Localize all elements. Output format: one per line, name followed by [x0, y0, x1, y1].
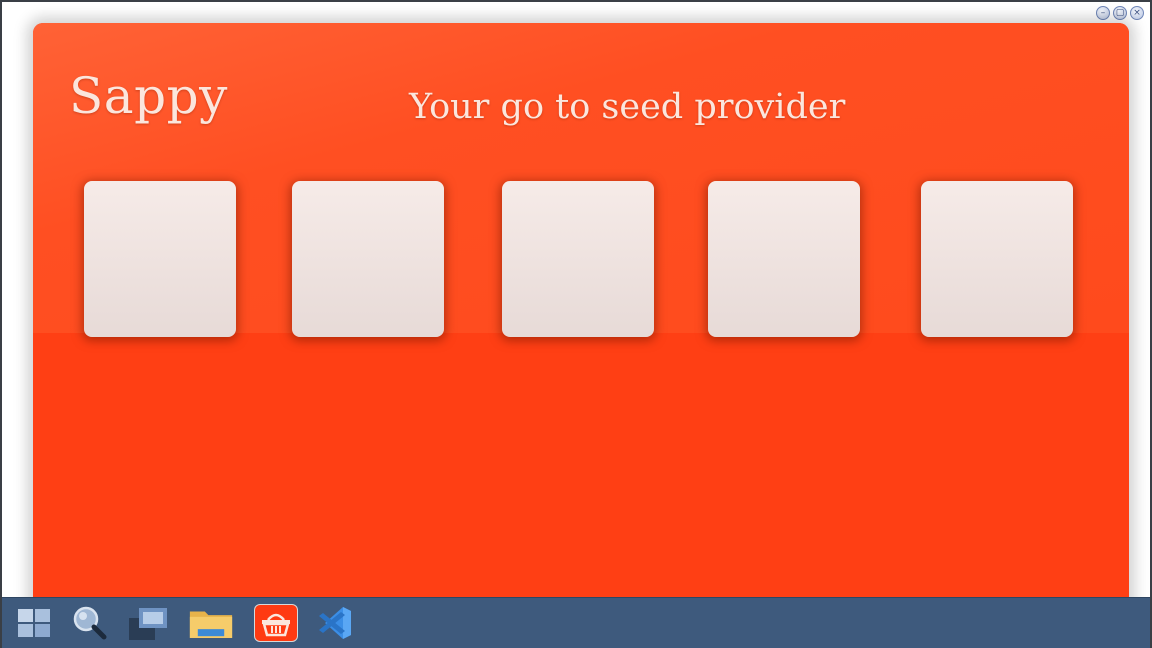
vscode-icon	[319, 607, 351, 639]
minimize-icon[interactable]: –	[1096, 6, 1110, 20]
seed-card-4[interactable]	[708, 181, 860, 337]
seed-card-3[interactable]	[502, 181, 654, 337]
sappy-app-window: Sappy Your go to seed provider	[33, 23, 1129, 623]
seed-card-2[interactable]	[292, 181, 444, 337]
seed-card-5[interactable]	[921, 181, 1073, 337]
desktop-screen: – ▢ × Sappy Your go to seed provider	[0, 0, 1152, 648]
file-explorer-icon	[189, 611, 233, 638]
taskbar	[2, 597, 1150, 648]
file-explorer-button[interactable]	[189, 602, 233, 644]
seed-card-1[interactable]	[84, 181, 236, 337]
seed-card-row	[33, 181, 1129, 339]
sappy-basket-icon	[262, 613, 290, 637]
task-view-icon	[129, 608, 167, 640]
windows-start-icon	[18, 609, 50, 637]
app-title: Sappy	[69, 67, 228, 125]
close-icon[interactable]: ×	[1130, 6, 1144, 20]
window-controls: – ▢ ×	[1096, 6, 1144, 20]
maximize-icon[interactable]: ▢	[1113, 6, 1127, 20]
sappy-taskbar-button[interactable]	[254, 602, 298, 644]
app-tagline: Your go to seed provider	[409, 87, 846, 127]
search-icon	[73, 606, 107, 640]
search-button[interactable]	[67, 602, 111, 644]
vscode-button[interactable]	[313, 602, 357, 644]
start-button[interactable]	[12, 602, 56, 644]
sappy-taskbar-tile	[255, 605, 297, 641]
task-view-button[interactable]	[126, 602, 170, 644]
